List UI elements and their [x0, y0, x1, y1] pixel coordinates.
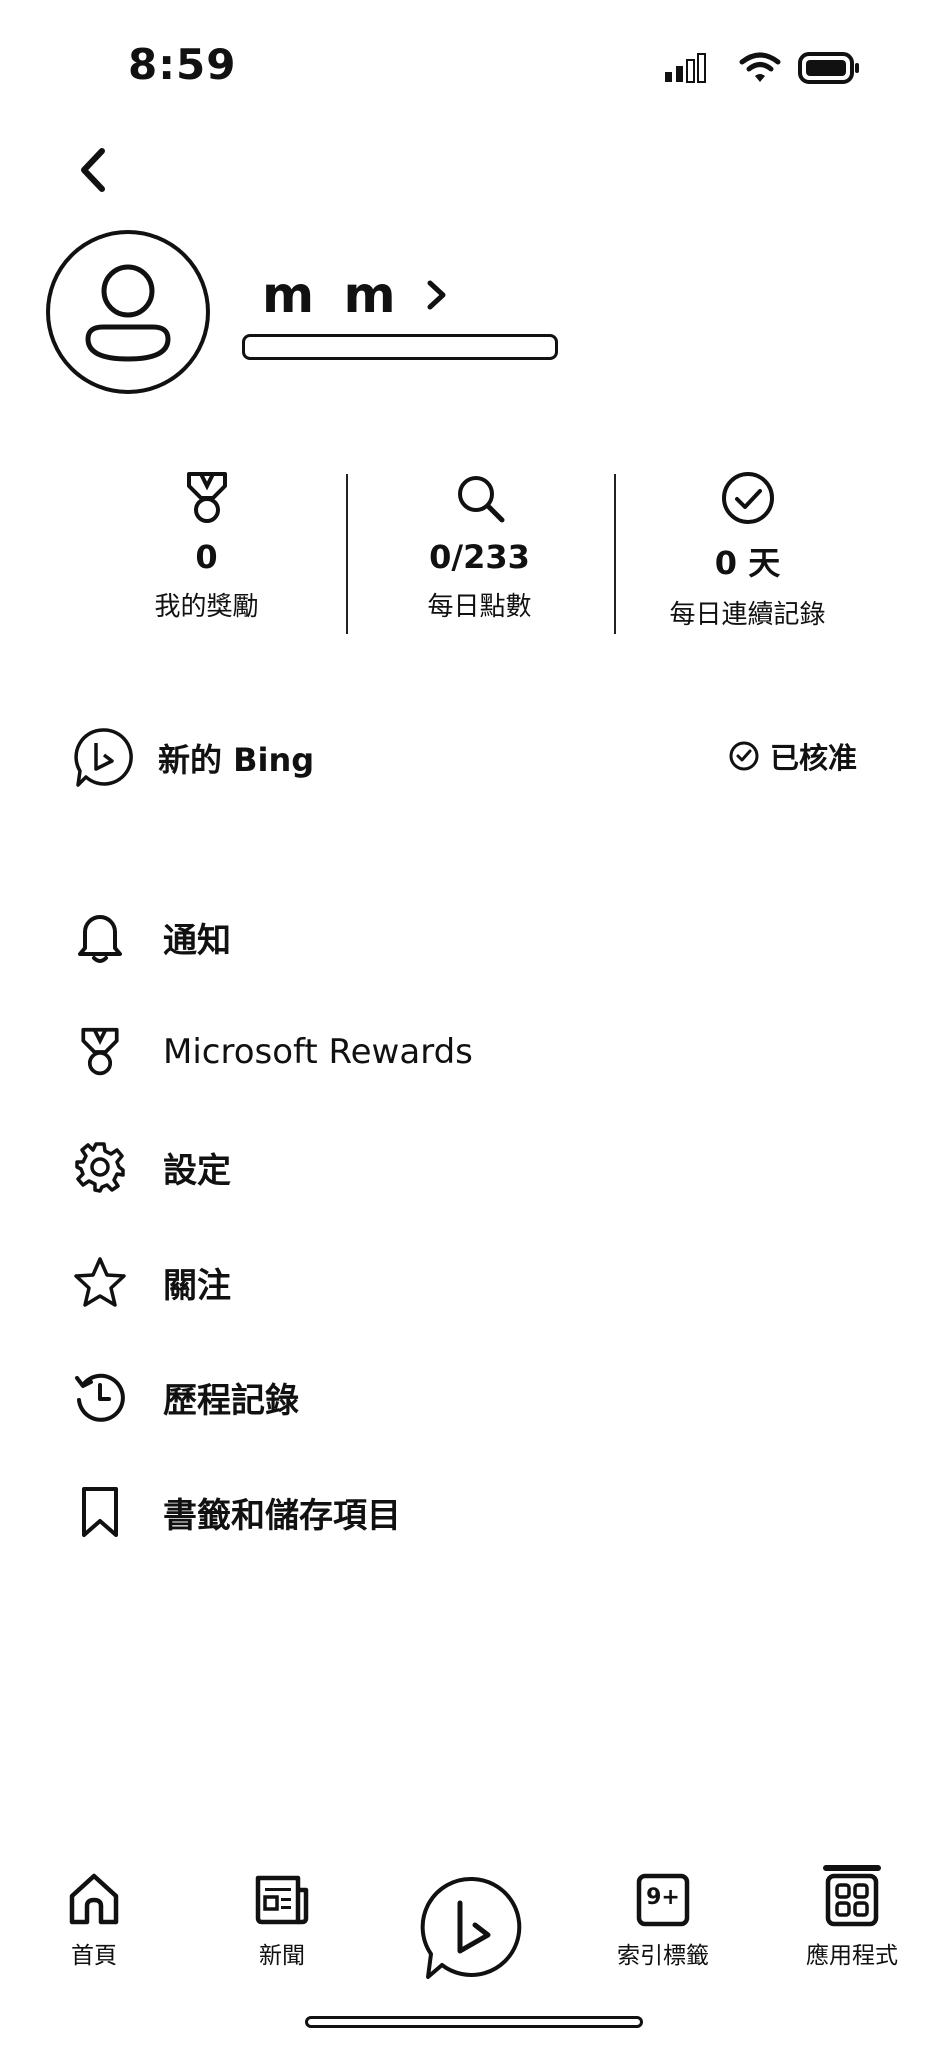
- nav-news[interactable]: 新聞: [207, 1870, 357, 1970]
- profile-name-link[interactable]: m m: [262, 266, 448, 324]
- gear-icon: [70, 1137, 130, 1197]
- menu-item-label: 設定: [163, 1150, 231, 1191]
- nav-label: 首頁: [71, 1943, 117, 1969]
- approved-status: 已核准: [728, 735, 857, 777]
- chevron-right-icon: [427, 280, 446, 310]
- tabs-count-badge: 9+: [646, 1885, 680, 1910]
- stat-label: 每日連續記錄: [669, 600, 826, 630]
- nav-bing-chat[interactable]: [420, 1875, 526, 1983]
- bing-chat-icon: [420, 1876, 522, 1979]
- person-icon: [46, 230, 210, 394]
- stat-label: 每日點數: [427, 592, 532, 622]
- check-circle-icon: [721, 472, 774, 524]
- avatar[interactable]: [45, 229, 211, 395]
- profile-name: m m: [262, 266, 402, 324]
- home-icon: [69, 1873, 119, 1925]
- stat-label: 我的獎勵: [154, 592, 259, 622]
- medal-icon: [186, 472, 227, 523]
- approved-label: 已核准: [769, 741, 857, 775]
- account-email-redacted: [242, 334, 558, 360]
- menu-item-label: 通知: [163, 920, 231, 961]
- nav-home[interactable]: 首頁: [19, 1870, 169, 1970]
- status-time: 8:59: [128, 40, 237, 89]
- menu-item-bookmarks[interactable]: 書籤和儲存項目: [70, 1472, 875, 1552]
- stat-value: 0: [195, 538, 218, 576]
- search-icon: [457, 476, 504, 523]
- chevron-left-icon: [81, 148, 105, 192]
- status-icons: [665, 50, 865, 90]
- wifi-icon: [739, 52, 781, 82]
- nav-label: 應用程式: [806, 1943, 898, 1969]
- stat-value: 0 天: [714, 544, 781, 582]
- menu-item-label: Microsoft Rewards: [163, 1032, 473, 1072]
- history-icon: [70, 1367, 130, 1427]
- tabs-icon: 9+: [633, 1870, 693, 1930]
- home-indicator[interactable]: [305, 2016, 643, 2028]
- bing-chat-icon[interactable]: [74, 727, 134, 789]
- bell-icon: [70, 907, 130, 967]
- menu-item-microsoft-rewards[interactable]: Microsoft Rewards: [70, 1012, 875, 1092]
- menu-item-following[interactable]: 關注: [70, 1242, 875, 1322]
- stat-streak[interactable]: 0 天 每日連續記錄: [615, 470, 880, 631]
- nav-label: 新聞: [259, 1943, 305, 1969]
- menu-item-label: 關注: [163, 1265, 231, 1306]
- menu-item-label: 書籤和儲存項目: [163, 1495, 401, 1536]
- nav-tabs[interactable]: 9+ 索引標籤: [588, 1870, 738, 1970]
- back-button[interactable]: [70, 145, 120, 195]
- battery-icon: [798, 52, 859, 84]
- newspaper-icon: [255, 1875, 309, 1925]
- apps-grid-icon: [825, 1873, 879, 1927]
- stat-daily-points[interactable]: 0/233 每日點數: [347, 470, 612, 623]
- menu-item-label: 歷程記錄: [163, 1380, 299, 1421]
- stat-value: 0/233: [429, 538, 530, 576]
- verified-check-icon: [729, 741, 759, 771]
- new-bing-label[interactable]: 新的 Bing: [158, 735, 314, 781]
- menu-item-notifications[interactable]: 通知: [70, 897, 875, 977]
- signal-icon: [665, 53, 706, 83]
- nav-apps[interactable]: 應用程式: [777, 1870, 927, 1970]
- stat-rewards[interactable]: 0 我的獎勵: [74, 470, 339, 623]
- medal-icon: [70, 1022, 130, 1082]
- menu-item-settings[interactable]: 設定: [70, 1127, 875, 1207]
- bookmark-icon: [70, 1482, 130, 1542]
- menu-item-history[interactable]: 歷程記錄: [70, 1357, 875, 1437]
- star-icon: [70, 1252, 130, 1312]
- nav-label: 索引標籤: [617, 1943, 709, 1969]
